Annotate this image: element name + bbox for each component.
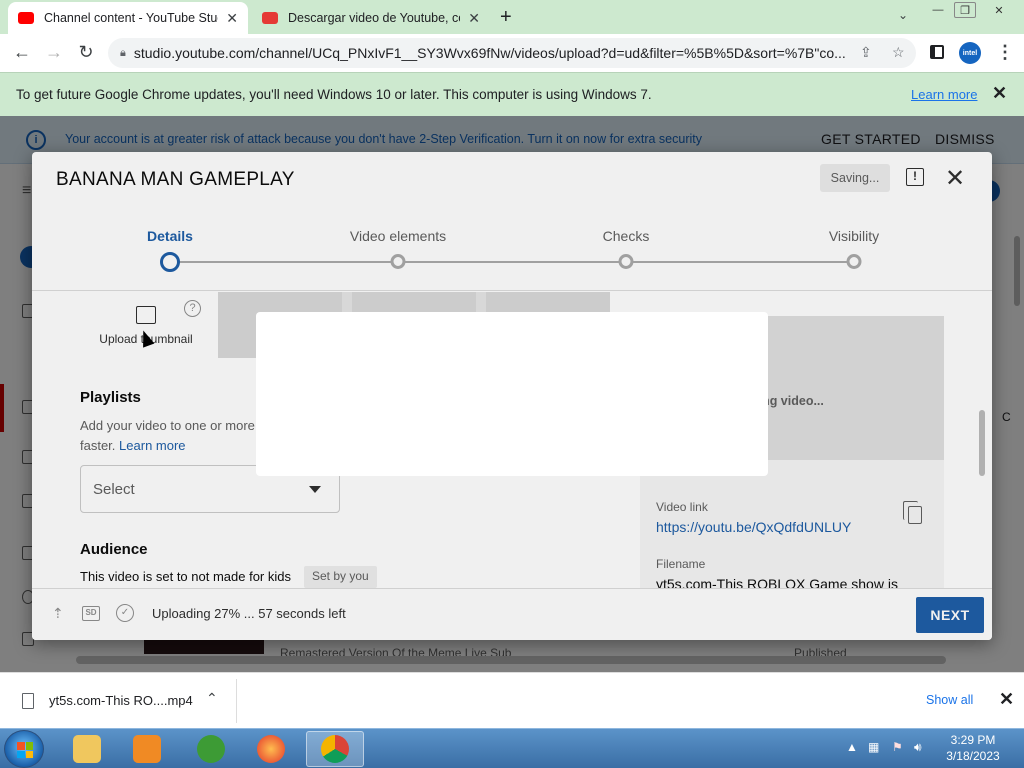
firefox-icon	[257, 735, 285, 763]
network-icon[interactable]: ▦	[868, 740, 879, 754]
tab-descargar[interactable]: Descargar video de Youtube, con ✕	[252, 2, 490, 34]
folder-icon	[73, 735, 101, 763]
new-tab-icon[interactable]: +	[500, 6, 512, 29]
taskbar-intel-app[interactable]	[182, 731, 240, 767]
youtube-favicon-icon	[18, 12, 34, 24]
chrome-update-infobar: To get future Google Chrome updates, you…	[0, 72, 1024, 116]
tab-title: Channel content - YouTube Studio	[44, 11, 219, 25]
tab-youtube-studio[interactable]: Channel content - YouTube Studio ✕	[8, 2, 248, 34]
chevron-up-icon[interactable]: ⌃	[206, 690, 218, 707]
chrome-menu-icon[interactable]: ⋮	[996, 42, 1014, 63]
lock-icon: 🔒︎	[120, 46, 126, 59]
screen: Channel content - YouTube Studio ✕ Desca…	[0, 0, 1024, 768]
close-tab-icon[interactable]: ✕	[468, 10, 480, 27]
taskbar-media-player[interactable]	[118, 731, 176, 767]
system-clock[interactable]: 3:29 PM 3/18/2023	[938, 732, 1008, 764]
windows-taskbar: ▲ ▦ ⚑ 🔊︎ 3:29 PM 3/18/2023	[0, 728, 1024, 768]
start-button[interactable]	[4, 730, 44, 768]
file-icon	[22, 693, 34, 709]
show-hidden-icons[interactable]: ▲	[846, 740, 858, 754]
action-center-icon[interactable]: ⚑	[892, 740, 903, 754]
reload-icon[interactable]: ↻	[74, 42, 98, 63]
show-all-button[interactable]: Show all	[926, 693, 973, 707]
download-site-favicon-icon	[262, 12, 278, 24]
minimize-icon[interactable]: —	[928, 2, 948, 18]
learn-more-link[interactable]: Learn more	[911, 87, 977, 102]
blank-popup	[256, 312, 768, 476]
taskbar-chrome[interactable]	[306, 731, 364, 767]
side-panel-icon[interactable]	[930, 45, 944, 59]
download-filename[interactable]: yt5s.com-This RO....mp4	[49, 693, 193, 708]
close-tab-icon[interactable]: ✕	[226, 10, 238, 27]
browser-toolbar: ← → ↻ 🔒︎ studio.youtube.com/channel/UCq_…	[0, 34, 1024, 72]
tab-search-chevron-icon[interactable]: ⌄	[898, 8, 908, 22]
share-icon[interactable]: ⇪	[860, 44, 872, 61]
update-message: To get future Google Chrome updates, you…	[16, 87, 652, 102]
forward-arrow-icon[interactable]: →	[42, 42, 66, 63]
close-infobar-icon[interactable]: ✕	[992, 83, 1007, 104]
back-arrow-icon[interactable]: ←	[10, 42, 34, 63]
media-player-icon	[133, 735, 161, 763]
windows-logo-icon	[17, 742, 33, 758]
clock-time: 3:29 PM	[950, 733, 996, 747]
intel-app-icon	[197, 735, 225, 763]
url-text[interactable]: studio.youtube.com/channel/UCq_PNxIvF1__…	[134, 45, 846, 61]
address-bar[interactable]: 🔒︎ studio.youtube.com/channel/UCq_PNxIvF…	[108, 38, 916, 68]
divider	[236, 679, 237, 723]
bookmark-star-icon[interactable]: ☆	[892, 44, 905, 61]
close-downloads-icon[interactable]: ✕	[999, 689, 1014, 710]
browser-tab-strip: Channel content - YouTube Studio ✕ Desca…	[0, 0, 1024, 34]
window-close-icon[interactable]: ✕	[984, 2, 1014, 18]
clock-date: 3/18/2023	[946, 749, 1000, 763]
restore-icon[interactable]: ❐	[954, 2, 976, 18]
downloads-bar: yt5s.com-This RO....mp4 ⌃ Show all ✕	[0, 672, 1024, 728]
taskbar-firefox[interactable]	[242, 731, 300, 767]
taskbar-explorer[interactable]	[58, 731, 116, 767]
profile-avatar[interactable]: intel	[959, 42, 981, 64]
tab-title: Descargar video de Youtube, con	[288, 11, 461, 25]
volume-icon[interactable]: 🔊︎	[914, 740, 922, 755]
chrome-icon	[321, 735, 349, 763]
